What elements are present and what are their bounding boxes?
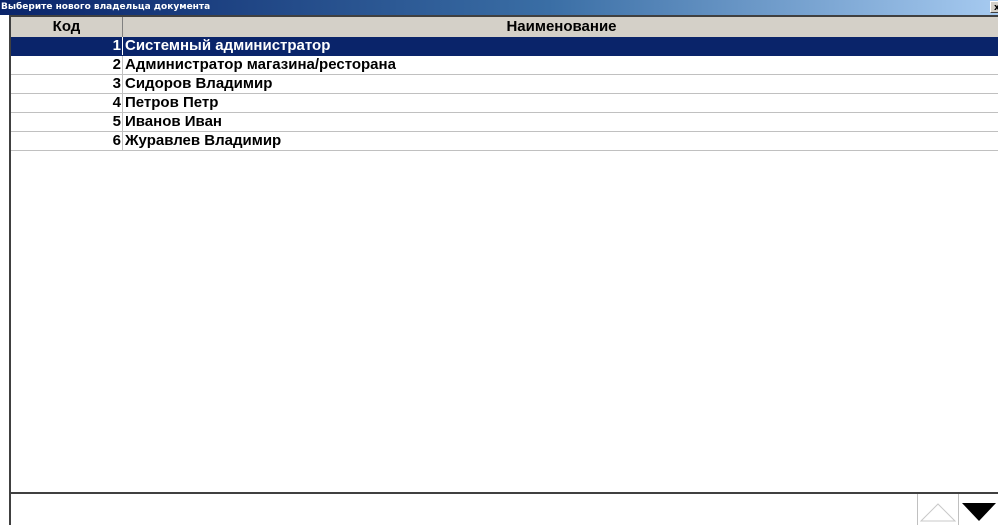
cell-code: 3: [11, 75, 123, 93]
bottom-panel: [9, 494, 998, 525]
dialog-title: Выберите нового владельца документа: [1, 2, 211, 12]
cell-code: 6: [11, 132, 123, 150]
column-header-code[interactable]: Код: [11, 17, 123, 37]
table-header: Код Наименование: [9, 17, 998, 37]
table-row[interactable]: 3 Сидоров Владимир: [11, 75, 998, 94]
cell-code: 1: [11, 37, 123, 55]
triangle-up-icon: [919, 503, 957, 522]
table-row[interactable]: 4 Петров Петр: [11, 94, 998, 113]
cell-name: Петров Петр: [125, 94, 219, 111]
cell-name: Журавлев Владимир: [125, 132, 282, 149]
scroll-up-button[interactable]: [917, 494, 957, 525]
table-row[interactable]: 6 Журавлев Владимир: [11, 132, 998, 151]
scroll-down-button[interactable]: [958, 494, 998, 525]
table-row[interactable]: 1 Системный администратор: [11, 37, 998, 56]
cell-name: Иванов Иван: [125, 113, 222, 130]
column-header-name[interactable]: Наименование: [123, 17, 998, 37]
cell-name: Системный администратор: [125, 37, 331, 54]
cell-code: 2: [11, 56, 123, 74]
triangle-down-icon: [962, 503, 996, 521]
cell-code: 5: [11, 113, 123, 131]
table-row[interactable]: 2 Администратор магазина/ресторана: [11, 56, 998, 75]
cell-name: Администратор магазина/ресторана: [125, 56, 396, 73]
cell-code: 4: [11, 94, 123, 112]
table-row[interactable]: 5 Иванов Иван: [11, 113, 998, 132]
owner-select-dialog: Выберите нового владельца документа x Ко…: [0, 0, 998, 525]
cell-name: Сидоров Владимир: [125, 75, 273, 92]
title-bar[interactable]: Выберите нового владельца документа x: [0, 0, 998, 15]
owners-table: 1 Системный администратор 2 Администрато…: [9, 37, 998, 492]
close-button[interactable]: x: [990, 1, 998, 13]
